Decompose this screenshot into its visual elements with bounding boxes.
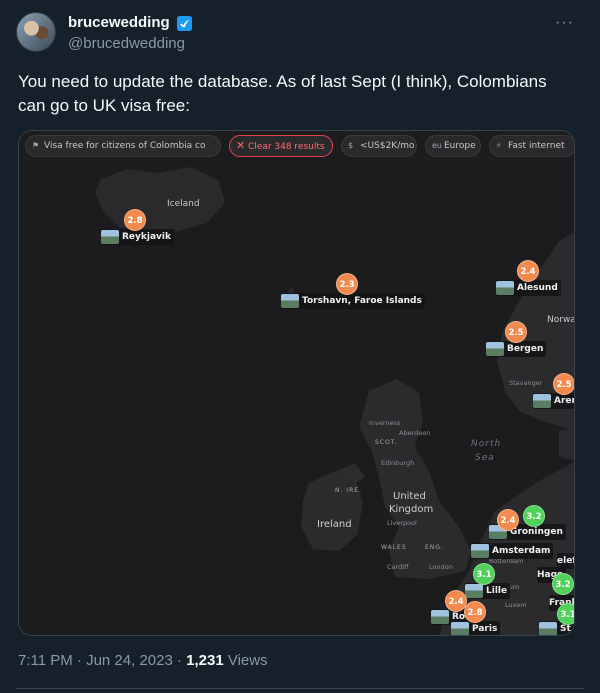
city-thumbnail	[533, 394, 551, 408]
city-name: Amsterdam	[492, 546, 551, 556]
map-label-luxembourg: Luxem	[505, 601, 527, 609]
city-score-badge[interactable]: 2.8	[124, 209, 146, 231]
map-label-north-sea-2: Sea	[475, 453, 495, 463]
city-score-badge[interactable]: 3.2	[523, 505, 545, 527]
city-name: Lille	[486, 586, 508, 596]
city-score-badge[interactable]: 2.4	[517, 260, 539, 282]
city-score-badge[interactable]: 2.8	[464, 601, 486, 623]
city-thumbnail	[465, 584, 483, 598]
city-name: elefe	[557, 556, 574, 566]
city-name: Torshavn, Faroe Islands	[302, 296, 422, 306]
clear-results-label: Clear 348 results	[248, 142, 325, 152]
city-thumbnail	[281, 294, 299, 308]
city-name: Bergen	[507, 344, 544, 354]
map-label-inverness: Inverness	[369, 419, 401, 427]
filter-chip-label: Visa free for citizens of Colombia co	[44, 141, 206, 151]
city-name: Alesund	[517, 283, 558, 293]
filter-chip-label: Fast internet	[508, 141, 565, 151]
divider	[16, 688, 584, 689]
map-label-north-sea: North	[471, 439, 502, 449]
filter-chip-cost[interactable]: $ <US$2K/mo	[341, 135, 417, 157]
city-thumbnail	[431, 610, 449, 624]
city-score-badge[interactable]: 3.1	[557, 603, 574, 625]
city-score-badge[interactable]: 3.2	[552, 573, 574, 595]
display-name[interactable]: brucewedding	[68, 14, 170, 31]
city-score-badge[interactable]: 2.3	[336, 273, 358, 295]
map-label-edinburgh: Edinburgh	[381, 459, 415, 467]
map-label-stavanger: Stavanger	[509, 379, 543, 387]
city-thumbnail	[471, 544, 489, 558]
clear-results-button[interactable]: ✕ Clear 348 results	[229, 135, 333, 157]
map-label-iceland: Iceland	[167, 199, 200, 209]
map-label-liverpool: Liverpool	[387, 519, 417, 527]
city-thumbnail	[486, 342, 504, 356]
views-count: 1,231	[186, 652, 224, 669]
city-thumbnail	[496, 281, 514, 295]
city-score-badge[interactable]: 2.5	[505, 321, 527, 343]
map-label-england: ENG.	[425, 544, 444, 551]
map-label-cardiff: Cardiff	[387, 563, 409, 571]
views-label: Views	[223, 652, 268, 669]
filter-chip-europe[interactable]: eu Europe	[425, 135, 481, 157]
map-label-norway: Norwa	[547, 315, 575, 325]
flag-icon: ⚑	[32, 141, 40, 150]
city-name: Reykjavik	[122, 232, 171, 242]
handle[interactable]: @brucedwedding	[68, 35, 185, 52]
city-marker-torshavn[interactable]: Torshavn, Faroe Islands	[281, 293, 425, 309]
city-score-badge[interactable]: 2.4	[497, 509, 519, 531]
tweet-timestamp[interactable]: 7:11 PM · Jun 24, 2023 ·	[18, 652, 186, 669]
city-name: Groningen	[510, 527, 563, 537]
filter-chip-label: Europe	[444, 141, 476, 151]
city-marker-lille[interactable]: Lille	[465, 583, 511, 599]
city-score-badge[interactable]: 2.5	[553, 373, 574, 395]
city-name: Paris	[472, 624, 498, 634]
close-icon: ✕	[236, 139, 246, 152]
map-label-london: London	[429, 563, 453, 571]
city-thumbnail	[451, 622, 469, 635]
wifi-icon: ⚡	[496, 141, 502, 150]
city-name: Aren	[554, 396, 574, 406]
city-thumbnail	[539, 622, 557, 635]
tweet-text: You need to update the database. As of l…	[18, 72, 547, 115]
filter-bar: ⚑ Visa free for citizens of Colombia co ✕…	[19, 131, 574, 161]
city-score-badge[interactable]: 3.1	[473, 563, 495, 585]
filter-chip-label: <US$2K/mo	[360, 141, 415, 151]
city-marker-amsterdam[interactable]: Amsterdam	[471, 543, 554, 559]
map-label-northern-ireland: N. IRE.	[335, 487, 362, 494]
map-label-aberdeen: Aberdeen	[399, 429, 431, 437]
map-label-wales: WALES	[381, 544, 407, 551]
map-label-uk: United	[393, 491, 426, 502]
more-options-icon[interactable]: ···	[555, 14, 574, 32]
map-label-scotland: SCOT.	[375, 439, 398, 446]
map-label-uk-2: Kingdom	[389, 504, 434, 515]
tweet-media-map[interactable]: ⚑ Visa free for citizens of Colombia co ✕…	[18, 130, 575, 636]
filter-chip-fast-internet[interactable]: ⚡ Fast internet	[489, 135, 574, 157]
city-thumbnail	[101, 230, 119, 244]
filter-chip-visa-free[interactable]: ⚑ Visa free for citizens of Colombia co	[25, 135, 221, 157]
map-label-ireland: Ireland	[317, 519, 352, 530]
eu-icon: eu	[432, 141, 442, 150]
tweet-meta: 7:11 PM · Jun 24, 2023 · 1,231 Views	[18, 652, 268, 669]
city-marker-arendal[interactable]: Aren	[533, 393, 574, 409]
money-icon: $	[348, 141, 354, 150]
avatar[interactable]	[16, 12, 56, 52]
verified-badge-icon	[176, 15, 193, 32]
